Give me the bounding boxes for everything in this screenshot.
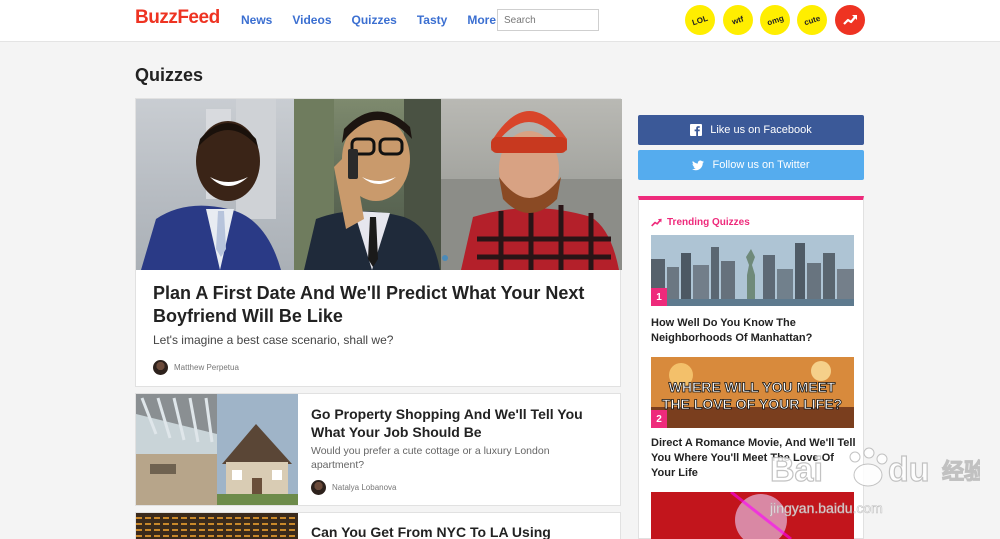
feature-quiz-card[interactable]: Plan A First Date And We'll Predict What…: [135, 98, 622, 387]
watermark-cn: 经验: [942, 459, 980, 485]
feature-image: [136, 99, 622, 270]
feature-image-panel-3: [441, 99, 622, 270]
property-quiz-image: [136, 394, 298, 505]
quiz-card-property[interactable]: Go Property Shopping And We'll Tell You …: [135, 393, 621, 506]
twitter-follow-button[interactable]: Follow us on Twitter: [638, 150, 864, 180]
avatar: [311, 480, 326, 495]
main-nav: News Videos Quizzes Tasty More⌄: [241, 13, 527, 27]
baidu-watermark: Bai du 经验 jingyan.baidu.com: [769, 435, 987, 525]
nyc-la-quiz-title[interactable]: Can You Get From NYC To LA Using: [311, 523, 611, 539]
trending-rank-2: 2: [651, 410, 667, 428]
trending-heading-label: Trending Quizzes: [667, 217, 750, 228]
watermark-brand: Bai: [770, 451, 823, 489]
trending-1-title[interactable]: How Well Do You Know The Neighborhoods O…: [651, 316, 856, 346]
badge-cute-label: cute: [802, 13, 822, 27]
search-input[interactable]: [497, 9, 599, 31]
property-quiz-author-name: Natalya Lobanova: [332, 483, 397, 492]
badge-wtf-label: wtf: [731, 13, 745, 27]
twitter-follow-label: Follow us on Twitter: [712, 159, 810, 171]
twitter-bird-icon: [692, 160, 705, 170]
badge-omg[interactable]: omg: [760, 5, 790, 35]
page-title: Quizzes: [135, 65, 204, 85]
badge-lol[interactable]: LOL: [685, 5, 715, 35]
buzzfeed-logo[interactable]: BuzzFeed: [135, 7, 220, 29]
nav-tasty[interactable]: Tasty: [417, 13, 447, 27]
feature-author-name: Matthew Perpetua: [174, 363, 239, 372]
feature-title[interactable]: Plan A First Date And We'll Predict What…: [153, 282, 613, 328]
trending-arrow-icon: [651, 218, 662, 227]
avatar: [153, 360, 168, 375]
trending-1-image[interactable]: 1: [651, 235, 854, 306]
nav-more-label: More: [467, 13, 496, 27]
badge-wtf[interactable]: wtf: [723, 5, 753, 35]
trending-2-image-text-line-1: WHERE WILL YOU MEET: [669, 379, 836, 395]
badge-omg-label: omg: [765, 13, 785, 27]
property-quiz-description: Would you prefer a cute cottage or a lux…: [311, 445, 550, 471]
feature-image-panel-1: [136, 99, 294, 270]
watermark-url: jingyan.baidu.com: [770, 500, 883, 516]
trending-arrow-icon: [843, 15, 857, 25]
property-quiz-author[interactable]: Natalya Lobanova: [311, 480, 397, 495]
feature-author[interactable]: Matthew Perpetua: [153, 360, 239, 375]
trending-rank-1: 1: [651, 288, 667, 306]
watermark-brand-suffix: du: [888, 451, 930, 489]
nyc-la-quiz-image: [136, 513, 298, 539]
trending-heading: Trending Quizzes: [651, 217, 750, 228]
trending-2-image[interactable]: WHERE WILL YOU MEET THE LOVE OF YOUR LIF…: [651, 357, 854, 428]
top-navigation-bar: BuzzFeed News Videos Quizzes Tasty More⌄…: [0, 0, 1000, 42]
facebook-like-label: Like us on Facebook: [710, 124, 812, 136]
nav-quizzes[interactable]: Quizzes: [352, 13, 397, 27]
badge-cute[interactable]: cute: [797, 5, 827, 35]
trending-badge[interactable]: [835, 5, 865, 35]
feature-image-panel-2: [294, 99, 441, 270]
facebook-icon: [690, 124, 703, 136]
property-quiz-title[interactable]: Go Property Shopping And We'll Tell You …: [311, 405, 611, 441]
feature-description: Let's imagine a best case scenario, shal…: [153, 333, 394, 347]
facebook-like-button[interactable]: Like us on Facebook: [638, 115, 864, 145]
nav-videos[interactable]: Videos: [292, 13, 331, 27]
quiz-card-nyc-la[interactable]: Can You Get From NYC To LA Using: [135, 512, 621, 539]
nav-news[interactable]: News: [241, 13, 272, 27]
trending-2-image-text-line-2: THE LOVE OF YOUR LIFE?: [662, 396, 842, 412]
badge-lol-label: LOL: [691, 13, 709, 27]
